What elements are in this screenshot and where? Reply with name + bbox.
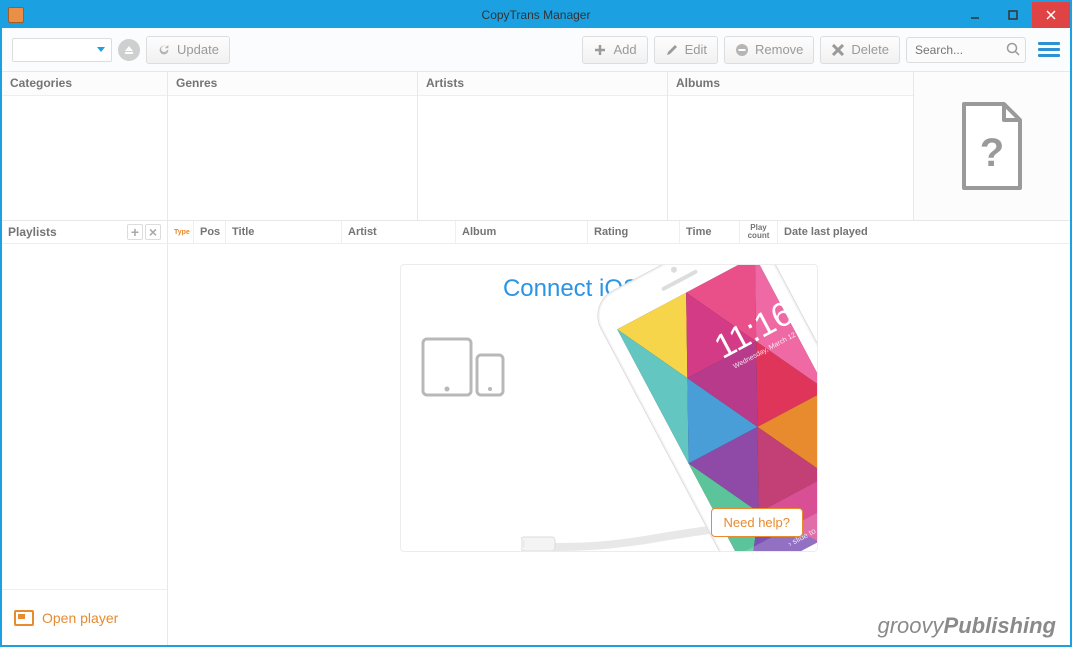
col-title[interactable]: Title bbox=[226, 221, 342, 243]
delete-button[interactable]: Delete bbox=[820, 36, 900, 64]
playlists-header: Playlists + × bbox=[2, 221, 168, 243]
watermark: groovyPublishing bbox=[878, 613, 1057, 639]
svg-text:?: ? bbox=[980, 131, 1004, 175]
device-dropdown[interactable] bbox=[12, 38, 112, 62]
col-album[interactable]: Album bbox=[456, 221, 588, 243]
main-content: Connect iOS device bbox=[168, 244, 1070, 645]
edit-button[interactable]: Edit bbox=[654, 36, 718, 64]
col-type[interactable]: Type bbox=[168, 221, 194, 243]
remove-label: Remove bbox=[755, 42, 803, 57]
refresh-icon bbox=[157, 43, 171, 57]
app-window: CopyTrans Manager Update Add Edit Remove bbox=[0, 0, 1072, 647]
update-label: Update bbox=[177, 42, 219, 57]
unknown-file-icon: ? bbox=[956, 100, 1028, 192]
add-playlist-button[interactable]: + bbox=[127, 224, 143, 240]
browser-panes: Categories Genres Artists Albums ? bbox=[2, 72, 1070, 220]
col-artist[interactable]: Artist bbox=[342, 221, 456, 243]
albums-header: Albums bbox=[668, 72, 913, 96]
col-time[interactable]: Time bbox=[680, 221, 740, 243]
playlists-label: Playlists bbox=[8, 225, 57, 239]
update-button[interactable]: Update bbox=[146, 36, 230, 64]
playlists-sidebar: Open player bbox=[2, 244, 168, 645]
watermark-a: groovy bbox=[878, 613, 944, 638]
remove-button[interactable]: Remove bbox=[724, 36, 814, 64]
connect-device-card: Connect iOS device bbox=[400, 264, 818, 552]
delete-playlist-button[interactable]: × bbox=[145, 224, 161, 240]
artists-pane[interactable]: Artists bbox=[418, 72, 668, 220]
search-box bbox=[906, 37, 1026, 63]
eject-icon bbox=[124, 45, 134, 55]
plus-icon bbox=[593, 43, 607, 57]
col-date-last-played[interactable]: Date last played bbox=[778, 221, 1070, 243]
minus-circle-icon bbox=[735, 43, 749, 57]
window-title: CopyTrans Manager bbox=[2, 8, 1070, 22]
add-label: Add bbox=[613, 42, 636, 57]
edit-label: Edit bbox=[685, 42, 707, 57]
device-icons bbox=[421, 335, 511, 404]
pencil-icon bbox=[665, 43, 679, 57]
unknown-file-pane: ? bbox=[914, 72, 1070, 220]
col-playcount[interactable]: Play count bbox=[740, 221, 778, 243]
x-icon bbox=[831, 43, 845, 57]
open-player-button[interactable]: Open player bbox=[2, 589, 167, 645]
col-rating[interactable]: Rating bbox=[588, 221, 680, 243]
col-pos[interactable]: Pos bbox=[194, 221, 226, 243]
categories-header: Categories bbox=[2, 72, 167, 96]
genres-pane[interactable]: Genres bbox=[168, 72, 418, 220]
search-icon bbox=[1006, 42, 1020, 61]
main-row: Open player Connect iOS device bbox=[2, 244, 1070, 645]
playlists-body[interactable] bbox=[2, 244, 167, 589]
open-player-label: Open player bbox=[42, 610, 118, 626]
eject-button[interactable] bbox=[118, 39, 140, 61]
titlebar: CopyTrans Manager bbox=[2, 2, 1070, 28]
player-icon bbox=[14, 610, 34, 626]
toolbar: Update Add Edit Remove Delete bbox=[2, 28, 1070, 72]
need-help-button[interactable]: Need help? bbox=[711, 508, 804, 537]
delete-label: Delete bbox=[851, 42, 889, 57]
add-button[interactable]: Add bbox=[582, 36, 647, 64]
hamburger-menu-button[interactable] bbox=[1038, 39, 1060, 60]
artists-header: Artists bbox=[418, 72, 667, 96]
grid-header-row: Playlists + × Type Pos Title Artist Albu… bbox=[2, 220, 1070, 244]
albums-pane[interactable]: Albums bbox=[668, 72, 914, 220]
genres-header: Genres bbox=[168, 72, 417, 96]
chevron-down-icon bbox=[97, 47, 105, 52]
watermark-b: Publishing bbox=[944, 613, 1056, 638]
categories-pane[interactable]: Categories bbox=[2, 72, 168, 220]
